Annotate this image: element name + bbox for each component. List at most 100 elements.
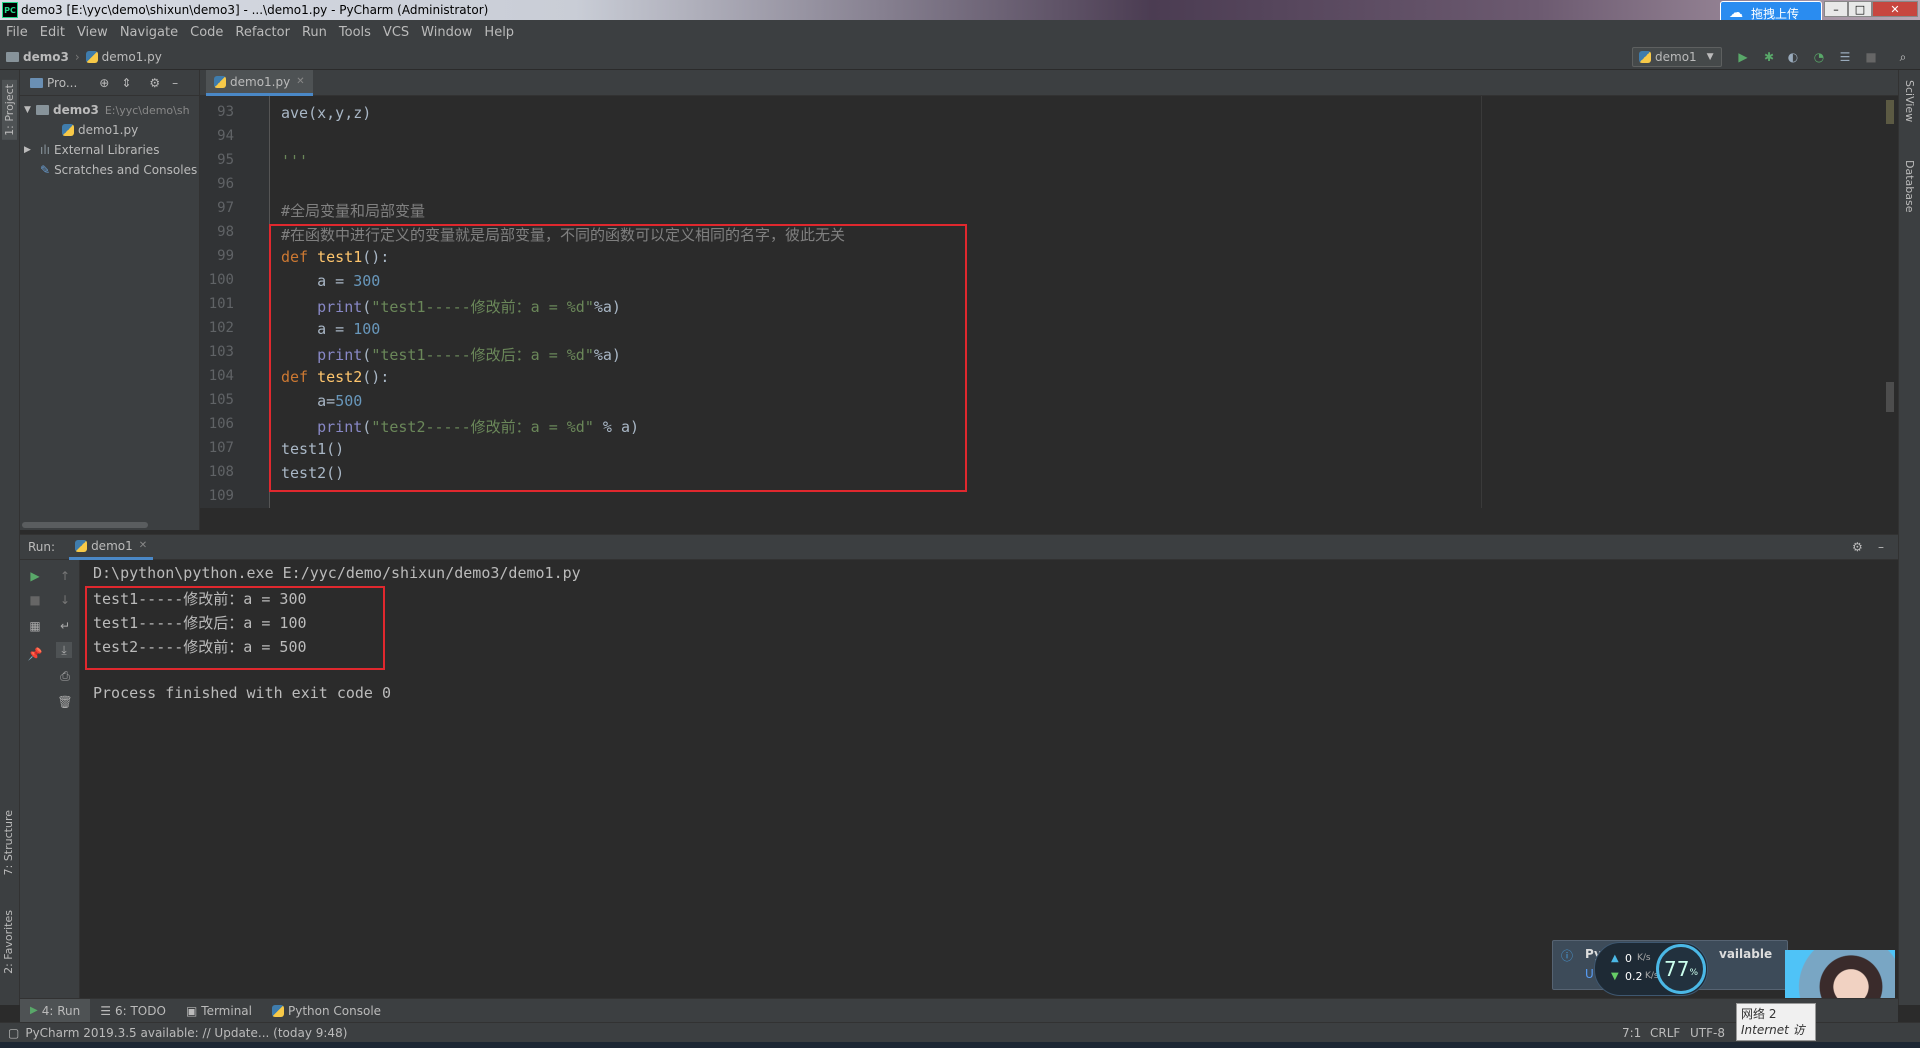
tab-todo[interactable]: ☰ 6: TODO xyxy=(90,999,176,1023)
pin-icon[interactable]: 📌 xyxy=(27,646,43,662)
status-message[interactable]: PyCharm 2019.3.5 available: // Update...… xyxy=(25,1026,347,1040)
right-margin-guide xyxy=(1481,96,1482,508)
status-bar: ▢ PyCharm 2019.3.5 available: // Update.… xyxy=(0,1022,1920,1042)
tab-todo-label: 6: TODO xyxy=(114,1003,166,1018)
tab-project[interactable]: 1: Project xyxy=(2,80,17,140)
run-icon[interactable]: ▶ xyxy=(1736,50,1750,64)
soft-wrap-icon[interactable]: ↵ xyxy=(57,618,73,634)
tab-run[interactable]: ▶ 4: Run xyxy=(20,998,91,1023)
left-tool-strip: 1: Project 7: Structure 2: Favorites xyxy=(0,70,20,1005)
stop-icon[interactable]: ■ xyxy=(27,592,43,608)
network-popup-line: Internet 访 xyxy=(1741,1023,1805,1037)
close-tab-icon[interactable]: ✕ xyxy=(139,540,147,551)
hide-icon[interactable]: – xyxy=(1878,540,1884,554)
concurrency-icon[interactable]: ☰ xyxy=(1838,50,1852,64)
menu-refactor[interactable]: Refactor xyxy=(229,25,296,40)
print-icon[interactable]: ⎙ xyxy=(57,668,73,684)
layout-icon[interactable]: ▦ xyxy=(27,618,43,634)
line-number: 105 xyxy=(208,392,234,408)
trash-icon[interactable]: 🗑 xyxy=(57,694,73,710)
horizontal-scrollbar[interactable] xyxy=(22,522,148,528)
tab-demo1-py[interactable]: demo1.py ✕ xyxy=(206,70,313,96)
menu-file[interactable]: File xyxy=(0,25,34,40)
file-encoding[interactable]: UTF-8 xyxy=(1690,1026,1725,1040)
hide-icon[interactable]: – xyxy=(172,76,178,90)
line-number: 94 xyxy=(217,128,234,144)
tree-item-demo3[interactable]: ▼ demo3 E:\yyc\demo\sh xyxy=(20,100,199,120)
close-tab-icon[interactable]: ✕ xyxy=(296,76,304,87)
line-number: 93 xyxy=(217,104,234,120)
arrow-up-icon[interactable]: ↑ xyxy=(57,568,73,584)
project-icon xyxy=(30,77,43,88)
chevron-down-icon: ▼ xyxy=(1706,52,1714,62)
arrow-down-icon[interactable]: ↓ xyxy=(57,592,73,608)
download-speed: 0.2 xyxy=(1625,970,1643,983)
upload-speed: 0 xyxy=(1625,952,1632,965)
menu-code[interactable]: Code xyxy=(184,25,229,40)
expand-icon: ▼ xyxy=(24,105,31,115)
cursor-position[interactable]: 7:1 xyxy=(1622,1026,1641,1040)
menu-vcs[interactable]: VCS xyxy=(377,25,415,40)
menu-view[interactable]: View xyxy=(71,25,114,40)
menu-edit[interactable]: Edit xyxy=(34,25,71,40)
breadcrumb-file[interactable]: demo1.py xyxy=(102,50,162,64)
menu-run[interactable]: Run xyxy=(296,25,333,40)
minimize-button[interactable]: – xyxy=(1824,1,1848,17)
line-number: 104 xyxy=(208,368,234,384)
search-icon[interactable]: ⌕ xyxy=(1896,50,1910,64)
network-popup: 网络 2 Internet 访 xyxy=(1736,1003,1816,1041)
pycharm-logo-icon: PC xyxy=(2,2,18,18)
menu-window[interactable]: Window xyxy=(415,25,478,40)
line-separator[interactable]: CRLF xyxy=(1650,1026,1680,1040)
console-command: D:\python\python.exe E:/yyc/demo/shixun/… xyxy=(93,564,581,582)
debug-icon[interactable]: ✱ xyxy=(1762,50,1776,64)
python-file-icon xyxy=(85,50,98,63)
menu-help[interactable]: Help xyxy=(478,25,520,40)
tab-sciview[interactable]: SciView xyxy=(1903,80,1916,122)
list-icon: ☰ xyxy=(100,1003,111,1018)
run-tab-demo1[interactable]: demo1 ✕ xyxy=(69,534,154,560)
tab-structure[interactable]: 7: Structure xyxy=(2,810,15,875)
network-popup-line: 网络 2 xyxy=(1741,1007,1777,1021)
upload-arrow-icon: ▲ xyxy=(1611,953,1619,964)
gear-icon[interactable]: ⚙ xyxy=(149,76,160,90)
profile-icon[interactable]: ◔ xyxy=(1812,50,1826,64)
notification-link[interactable]: U xyxy=(1585,967,1594,981)
breadcrumb-project[interactable]: demo3 xyxy=(23,50,69,64)
tab-terminal-label: Terminal xyxy=(201,1003,252,1018)
line-number-gutter: 93 94 95 96 97 98 99 100 101 102 103 104… xyxy=(200,96,270,508)
close-button[interactable]: ✕ xyxy=(1872,1,1918,17)
line-number: 95 xyxy=(217,152,234,168)
scroll-marker xyxy=(1886,100,1894,124)
memory-gauge[interactable]: 77 % xyxy=(1656,944,1706,994)
run-configuration-select[interactable]: demo1 ▼ xyxy=(1632,47,1722,67)
coverage-icon[interactable]: ◐ xyxy=(1786,50,1800,64)
python-file-icon xyxy=(75,539,88,552)
notification-title-end: vailable xyxy=(1719,947,1773,961)
line-number: 109 xyxy=(208,488,234,504)
tree-item-path: E:\yyc\demo\sh xyxy=(104,103,190,117)
tab-favorites[interactable]: 2: Favorites xyxy=(2,910,15,974)
scroll-to-end-icon[interactable]: ⤓ xyxy=(56,642,72,658)
maximize-button[interactable]: □ xyxy=(1848,1,1872,17)
rerun-icon[interactable]: ▶ xyxy=(27,568,43,584)
locate-icon[interactable]: ⊕ xyxy=(99,76,109,90)
tab-python-console[interactable]: Python Console xyxy=(262,999,391,1023)
tree-item-demo1[interactable]: demo1.py xyxy=(20,120,199,140)
line-number: 99 xyxy=(217,248,234,264)
editor-scrollbar[interactable] xyxy=(1884,96,1898,508)
menu-navigate[interactable]: Navigate xyxy=(114,25,184,40)
gauge-percent-unit: % xyxy=(1689,968,1698,978)
menu-tools[interactable]: Tools xyxy=(333,25,377,40)
tab-terminal[interactable]: ▣ Terminal xyxy=(176,999,262,1023)
run-panel-header: Run: demo1 ✕ ⚙ – xyxy=(20,534,1898,560)
tree-item-label: demo3 xyxy=(53,103,99,117)
project-view-select[interactable]: Pro... xyxy=(47,76,77,90)
terminal-icon: ▣ xyxy=(185,1003,198,1018)
stop-icon[interactable]: ■ xyxy=(1864,50,1878,64)
tree-item-external-libraries[interactable]: ▶ ılı External Libraries xyxy=(20,140,199,160)
collapse-icon[interactable]: ⇕ xyxy=(121,76,131,90)
tab-database[interactable]: Database xyxy=(1903,160,1916,213)
tree-item-scratches[interactable]: ✎ Scratches and Consoles xyxy=(20,160,199,180)
gear-icon[interactable]: ⚙ xyxy=(1852,540,1863,554)
